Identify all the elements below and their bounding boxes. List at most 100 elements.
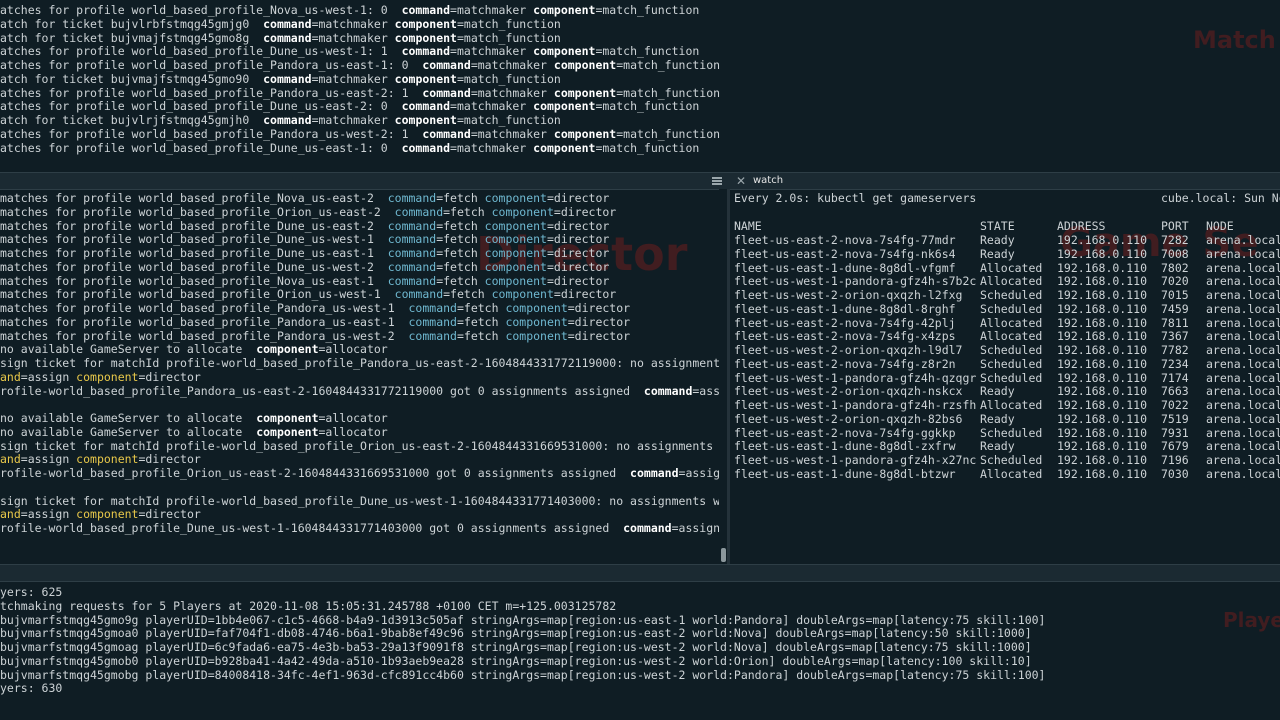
table-cell: Scheduled [980,356,1043,371]
log-line: bujvmarfstmqg45gmobg playerUID=84008418-… [0,667,1046,682]
log-text: no available GameServer to allocate [0,342,257,357]
log-text: =director [546,218,610,233]
log-key: component [553,126,617,141]
log-key: command [630,466,679,480]
log-line: sign ticket for matchId profile-world_ba… [0,439,719,453]
players-log-pane[interactable]: Playe yers: 625 tchmaking requests for 5 … [0,582,1280,720]
table-cell: arena.local [1206,274,1280,289]
log-text: matches for profile world_based_profile_… [0,314,409,329]
players-watermark: Playe [1223,608,1280,632]
log-key: component [484,218,547,233]
log-line: rofile-world_based_profile_Pandora_us-ea… [0,384,719,398]
log-text: =match_function [595,99,700,114]
close-icon[interactable]: ✕ [736,173,748,189]
table-cell: 7196 [1161,453,1189,467]
log-key: command [387,218,437,233]
log-line: and=assign component=director [0,507,201,521]
log-key: command [422,85,471,100]
log-text: sign ticket for matchId profile-world_ba… [0,356,719,370]
log-line: atches for profile world_based_profile_P… [0,58,720,72]
director-log-pane[interactable]: Director matches for profile world_based… [0,190,719,564]
log-text: =director [553,287,617,302]
log-line: atch for ticket bujvlrbfstmqg45gmjg0 com… [0,17,561,31]
log-key: component [256,424,319,439]
log-text: =match_function [595,44,700,59]
tab-watch[interactable]: watch [753,173,783,189]
log-key: component [76,369,139,384]
table-cell: arena.local [1206,315,1280,330]
log-text: =match_function [456,30,561,45]
log-line: atches for profile world_based_profile_D… [0,44,699,58]
table-cell: arena.local [1206,233,1280,247]
log-text: =fetch [436,218,485,233]
log-text: =matchmaker [311,16,395,31]
table-cell: 192.168.0.110 [1057,384,1148,399]
table-cell: arena.local [1206,329,1280,344]
log-text: sign ticket for matchId profile-world_ba… [0,438,719,453]
log-text: =matchmaker [450,3,534,17]
log-key: component [256,411,319,425]
log-key: component [394,16,457,31]
log-text: =assign comp [678,466,719,480]
scrollbar-track[interactable] [719,189,727,564]
log-line: matches for profile world_based_profile_… [0,329,630,343]
log-text: =match_function [595,3,700,17]
log-text: =match_function [616,126,721,141]
log-text: matches for profile world_based_profile_… [0,246,388,260]
table-cell: 7008 [1161,246,1189,261]
log-line: bujvmarfstmqg45gmoa0 playerUID=faf704f1-… [0,626,1032,641]
log-key: command [422,126,471,141]
scrollbar-thumb[interactable] [721,548,726,562]
log-key: component [533,44,596,59]
table-cell: Scheduled [980,370,1043,385]
log-text: =fetch [436,191,485,205]
log-key: component [394,30,457,45]
table-cell: 192.168.0.110 [1057,370,1148,385]
log-line: atches for profile world_based_profile_N… [0,3,699,17]
log-key: command [387,246,437,260]
table-cell: fleet-us-west-2-orion-qxqzh-nskcx [734,384,963,399]
table-cell: 7663 [1161,384,1189,399]
table-cell: 192.168.0.110 [1057,315,1148,330]
log-text: atches for profile world_based_profile_D… [0,44,402,59]
table-cell: fleet-us-west-1-pandora-gfz4h-x27nc [734,453,977,467]
log-text: no available GameServer to allocate [0,424,257,439]
horizontal-divider[interactable] [0,564,1280,582]
log-key: component [484,273,547,288]
log-text: =matchmaker [470,126,554,141]
log-line: matches for profile world_based_profile_… [0,246,609,260]
log-text: =director [138,452,201,467]
menu-icon[interactable] [712,177,722,185]
log-text: =director [567,328,631,343]
log-line: matches for profile world_based_profile_… [0,315,630,329]
table-cell: fleet-us-east-1-dune-8g8dl-btzwr [734,466,956,481]
table-cell: Ready [980,233,1015,247]
log-key: command [408,301,457,315]
gameservers-watch-pane[interactable]: Game Se Every 2.0s: kubectl get gameserv… [730,190,1280,564]
log-text: =match_function [595,140,700,155]
table-cell: Allocated [980,329,1043,344]
log-text: =director [567,301,631,315]
log-text: =matchmaker [470,85,554,100]
log-text: =matchmaker [470,58,554,72]
log-line: matches for profile world_based_profile_… [0,191,609,205]
log-key: command [387,191,437,205]
table-cell: 7020 [1161,274,1189,289]
table-cell: fleet-us-east-1-dune-8g8dl-zxfrw [734,439,956,454]
column-header: ADDRESS [1057,219,1106,233]
log-text: =matchmaker [311,113,395,127]
table-cell: arena.local [1206,356,1280,371]
table-cell: 192.168.0.110 [1057,425,1148,440]
log-text: rofile-world_based_profile_Pandora_us-ea… [0,383,644,398]
table-cell: 7679 [1161,439,1189,454]
table-cell: 192.168.0.110 [1057,411,1148,426]
table-cell: arena.local [1206,411,1280,426]
table-cell: arena.local [1206,301,1280,316]
log-key: command [263,30,312,45]
log-text: atch for ticket bujvmajfstmqg45gmo90 [0,71,264,86]
log-text: =director [546,191,610,205]
log-text: =director [546,232,610,247]
table-cell: fleet-us-east-2-nova-7s4fg-42plj [734,315,956,330]
matchmaker-log-pane[interactable]: Match atches for profile world_based_pro… [0,0,1280,172]
table-cell: Allocated [980,398,1043,412]
